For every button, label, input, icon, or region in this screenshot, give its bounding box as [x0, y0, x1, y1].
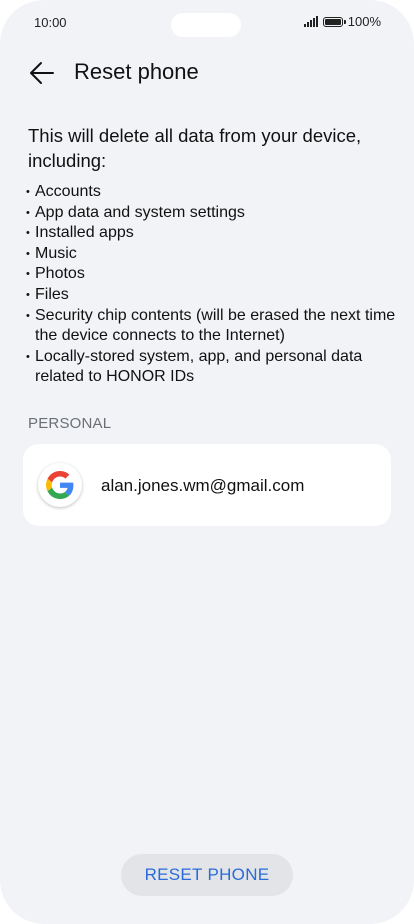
status-time: 10:00 [34, 15, 67, 30]
page-title: Reset phone [74, 59, 199, 84]
camera-pill [171, 13, 241, 37]
back-button[interactable] [28, 60, 56, 86]
deleted-data-list: Accounts App data and system settings In… [26, 182, 396, 388]
app-header: Reset phone [0, 52, 414, 94]
reset-phone-button[interactable]: RESET PHONE [121, 854, 293, 896]
list-item: Accounts [26, 182, 396, 203]
intro-text: This will delete all data from your devi… [28, 125, 362, 171]
list-item: Installed apps [26, 223, 396, 244]
account-email: alan.jones.wm@gmail.com [101, 476, 305, 495]
google-account-item[interactable]: alan.jones.wm@gmail.com [23, 444, 391, 526]
back-arrow-icon [30, 62, 54, 84]
battery-icon [322, 16, 346, 27]
signal-icon [303, 16, 318, 27]
screen: 10:00 100% Reset phone This will delete … [0, 0, 414, 924]
battery-percent: 100% [347, 14, 381, 29]
list-item: Photos [26, 264, 396, 285]
list-item: Files [26, 285, 396, 306]
status-icons: 100% [303, 14, 381, 29]
avatar [38, 463, 82, 507]
section-label-personal: PERSONAL [28, 415, 112, 432]
status-bar: 10:00 100% [0, 0, 414, 46]
google-icon [46, 471, 74, 499]
list-item: App data and system settings [26, 203, 396, 224]
list-item: Locally-stored system, app, and personal… [26, 347, 396, 388]
list-item: Music [26, 244, 396, 265]
list-item: Security chip contents (will be erased t… [26, 306, 396, 347]
